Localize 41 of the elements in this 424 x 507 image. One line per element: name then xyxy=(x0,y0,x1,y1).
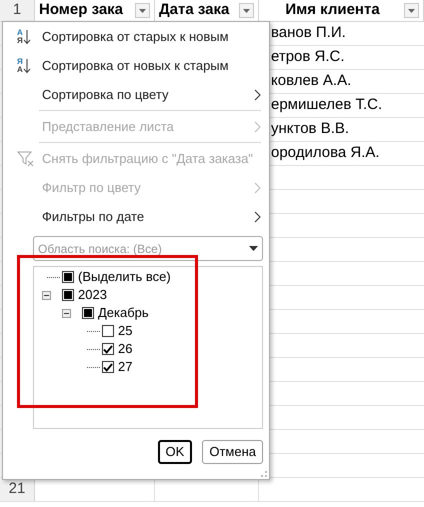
checkbox[interactable] xyxy=(102,343,114,355)
table-cell-text: етров Я.С. xyxy=(271,47,345,68)
table-cell-text: ванов П.И. xyxy=(271,23,346,44)
clear-filter-icon xyxy=(17,150,35,166)
row-number: 1 xyxy=(0,0,35,21)
tree-item-label[interactable]: 2023 xyxy=(78,285,107,305)
menu-item[interactable]: А Я Сортировка от старых к новым xyxy=(3,22,269,51)
menu-item[interactable]: Фильтры по дате xyxy=(3,202,269,231)
table-cell-text: унктов В.В. xyxy=(271,119,350,140)
checkbox[interactable] xyxy=(62,289,74,301)
checkbox[interactable] xyxy=(102,361,114,373)
caret-icon xyxy=(408,8,415,12)
filter-dropdown-button[interactable] xyxy=(239,3,254,18)
tree-item-label[interactable]: 25 xyxy=(118,321,132,341)
caret-icon xyxy=(249,246,258,251)
resize-grip-icon xyxy=(261,471,267,477)
menu-item[interactable]: Сортировка по цвету xyxy=(3,80,269,109)
column-header: Имя клиента xyxy=(284,0,381,20)
table-cell-text: ородилова Я.А. xyxy=(271,143,380,164)
column-header: Дата зака xyxy=(159,0,230,20)
row-number: 21 xyxy=(0,478,35,501)
tree-item-label[interactable]: 27 xyxy=(118,357,132,377)
search-field[interactable]: Область поиска: (Все) xyxy=(33,236,263,261)
column-header: Номер зака xyxy=(39,0,124,20)
caret-icon xyxy=(139,8,146,12)
tree-item-label[interactable]: 26 xyxy=(118,339,132,359)
filter-dropdown-button[interactable] xyxy=(404,3,419,18)
filter-dropdown-button[interactable] xyxy=(135,3,150,18)
table-cell-text: ковлев А.А. xyxy=(271,71,352,92)
dialog-button[interactable]: Отмена xyxy=(202,440,263,464)
checkbox[interactable] xyxy=(102,325,114,337)
collapse-toggle[interactable] xyxy=(62,308,71,318)
caret-icon xyxy=(243,8,250,12)
dialog-button[interactable]: OK xyxy=(158,440,192,464)
tree-item-label[interactable]: Декабрь xyxy=(98,303,149,323)
table-cell-text: ермишелев Т.С. xyxy=(271,95,382,116)
checkbox[interactable] xyxy=(82,307,94,319)
checkbox[interactable] xyxy=(62,271,74,283)
collapse-toggle[interactable] xyxy=(42,290,51,300)
tree-item-label[interactable]: (Выделить все) xyxy=(78,267,171,287)
menu-item[interactable]: Я А Сортировка от новых к старым xyxy=(3,51,269,80)
